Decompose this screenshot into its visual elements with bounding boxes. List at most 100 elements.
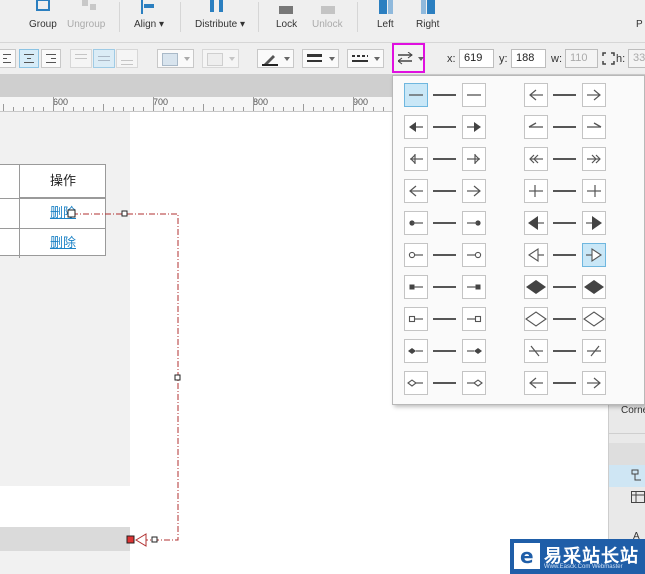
line-color-dropdown[interactable]	[257, 49, 294, 68]
shadow-dropdown[interactable]	[202, 49, 239, 68]
connector-line[interactable]	[0, 200, 200, 560]
line-width-dropdown[interactable]	[302, 49, 339, 68]
left-button[interactable]: Left	[370, 0, 402, 42]
align-label: Align ▾	[134, 19, 165, 30]
valign-top-button[interactable]	[70, 49, 92, 68]
arrowhead-option-square-right[interactable]	[462, 275, 486, 299]
arrowhead-option-openbar-left[interactable]	[404, 147, 428, 171]
logo-e-icon: e	[514, 543, 540, 569]
x-field[interactable]: 619	[459, 49, 494, 68]
fill-color-dropdown[interactable]	[157, 49, 194, 68]
distribute-button[interactable]: Distribute ▾	[190, 0, 250, 42]
arrowhead-option-bigdiamondo-left[interactable]	[524, 307, 548, 331]
group-button[interactable]: Group	[24, 0, 60, 42]
arrowhead-option-bigsolid-right[interactable]	[582, 211, 606, 235]
properties-label[interactable]: P	[636, 19, 643, 30]
arrowhead-option-open-right[interactable]	[582, 83, 606, 107]
connector-midpoint-handle[interactable]	[121, 210, 128, 217]
arrowhead-option-open-left[interactable]	[404, 179, 428, 203]
arrowhead-option-slash-right[interactable]	[582, 339, 606, 363]
arrowhead-option-diamondo-left[interactable]	[404, 371, 428, 395]
arrowhead-option-open-left[interactable]	[524, 371, 548, 395]
unlock-button[interactable]: Unlock	[308, 0, 348, 42]
connector-midpoint-handle[interactable]	[174, 374, 181, 381]
ruler-tick	[243, 107, 244, 111]
ruler-tick	[113, 107, 114, 111]
w-field[interactable]: 110	[565, 49, 598, 68]
arrowhead-option-dot-right[interactable]	[462, 211, 486, 235]
arrowhead-option-connector	[433, 190, 456, 192]
connector-start-handle[interactable]	[67, 209, 76, 218]
arrowhead-option-cross-left[interactable]	[524, 179, 548, 203]
arrowhead-option-bigdiamond-right[interactable]	[582, 275, 606, 299]
horizontal-ruler: 600 700 800 900	[0, 97, 392, 112]
valign-middle-button[interactable]	[93, 49, 115, 68]
arrowhead-option-bigsolid-left[interactable]	[524, 211, 548, 235]
arrowhead-option-circle-right[interactable]	[462, 243, 486, 267]
table-tree-icon[interactable]	[631, 491, 645, 503]
arrowhead-option-square-left[interactable]	[404, 275, 428, 299]
arrowhead-option-bigdiamondo-right[interactable]	[582, 307, 606, 331]
arrowhead-option-none-left[interactable]	[404, 83, 428, 107]
arrowhead-option-half-right[interactable]	[582, 115, 606, 139]
arrowhead-option-tri-left[interactable]	[524, 243, 548, 267]
arrowhead-option-diamond-left[interactable]	[404, 339, 428, 363]
arrowhead-option-connector	[553, 190, 576, 192]
connector-end-handle[interactable]	[126, 535, 135, 544]
arrowhead-option-circle-left[interactable]	[404, 243, 428, 267]
arrowhead-option-diamond-right[interactable]	[462, 339, 486, 363]
ruler-tick	[213, 107, 214, 111]
ruler-tick	[143, 107, 144, 111]
arrowhead-option-bigdiamond-left[interactable]	[524, 275, 548, 299]
align-text-right-button[interactable]	[41, 49, 61, 68]
arrowhead-option-tri-right[interactable]	[582, 243, 606, 267]
logo-subtitle: Www.Easck.Com Webmaster	[544, 564, 623, 570]
arrowhead-option-double-left[interactable]	[524, 147, 548, 171]
arrowhead-option-openbar-right[interactable]	[462, 147, 486, 171]
align-text-left-button[interactable]	[0, 49, 16, 68]
aspect-lock-icon[interactable]	[602, 52, 615, 65]
arrowhead-option-squareo-right[interactable]	[462, 307, 486, 331]
arrowhead-option-open-right[interactable]	[582, 371, 606, 395]
ruler-label: 600	[53, 97, 69, 107]
arrowhead-option-slash-left[interactable]	[524, 339, 548, 363]
arrowhead-option-squareo-left[interactable]	[404, 307, 428, 331]
arrowhead-option-diamondo-right[interactable]	[462, 371, 486, 395]
group-label: Group	[29, 19, 57, 30]
arrow-style-dropdown[interactable]	[392, 43, 425, 73]
valign-bottom-button[interactable]	[116, 49, 138, 68]
ruler-tick	[83, 107, 84, 111]
dash-style-icon	[352, 55, 368, 62]
ruler-tick	[273, 107, 274, 111]
line-style-dropdown[interactable]	[347, 49, 384, 68]
arrowhead-option-half-left[interactable]	[524, 115, 548, 139]
arrowhead-option-open-left[interactable]	[524, 83, 548, 107]
arrowhead-option-cross-right[interactable]	[582, 179, 606, 203]
arrowhead-option-none-right[interactable]	[462, 83, 486, 107]
ruler-tick	[383, 107, 384, 111]
ruler-tick	[13, 107, 14, 111]
align-text-center-button[interactable]	[19, 49, 39, 68]
arrowhead-option-solid-right[interactable]	[462, 115, 486, 139]
y-field[interactable]: 188	[511, 49, 546, 68]
arrowhead-option-solid-left[interactable]	[404, 115, 428, 139]
right-button[interactable]: Right	[410, 0, 446, 42]
ungroup-button[interactable]: Ungroup	[64, 0, 108, 42]
connector-midpoint-handle[interactable]	[151, 536, 158, 543]
h-field[interactable]: 33	[628, 49, 645, 68]
lock-icon	[279, 6, 293, 14]
ruler-tick	[263, 107, 264, 111]
ruler-tick	[63, 107, 64, 111]
format-toolbar: x: 619 y: 188 w: 110 h: 33	[0, 43, 645, 75]
align-button[interactable]: Align ▾	[130, 0, 170, 42]
panel-selected-row[interactable]	[609, 465, 645, 487]
arrow-style-icon	[398, 52, 413, 65]
ruler-tick	[353, 97, 354, 111]
ruler-tick	[253, 97, 254, 111]
arrowhead-option-dot-left[interactable]	[404, 211, 428, 235]
arrowhead-option-connector	[433, 286, 456, 288]
arrowhead-option-double-right[interactable]	[582, 147, 606, 171]
arrowhead-option-connector	[553, 94, 576, 96]
lock-button[interactable]: Lock	[268, 0, 304, 42]
arrowhead-option-open-right[interactable]	[462, 179, 486, 203]
